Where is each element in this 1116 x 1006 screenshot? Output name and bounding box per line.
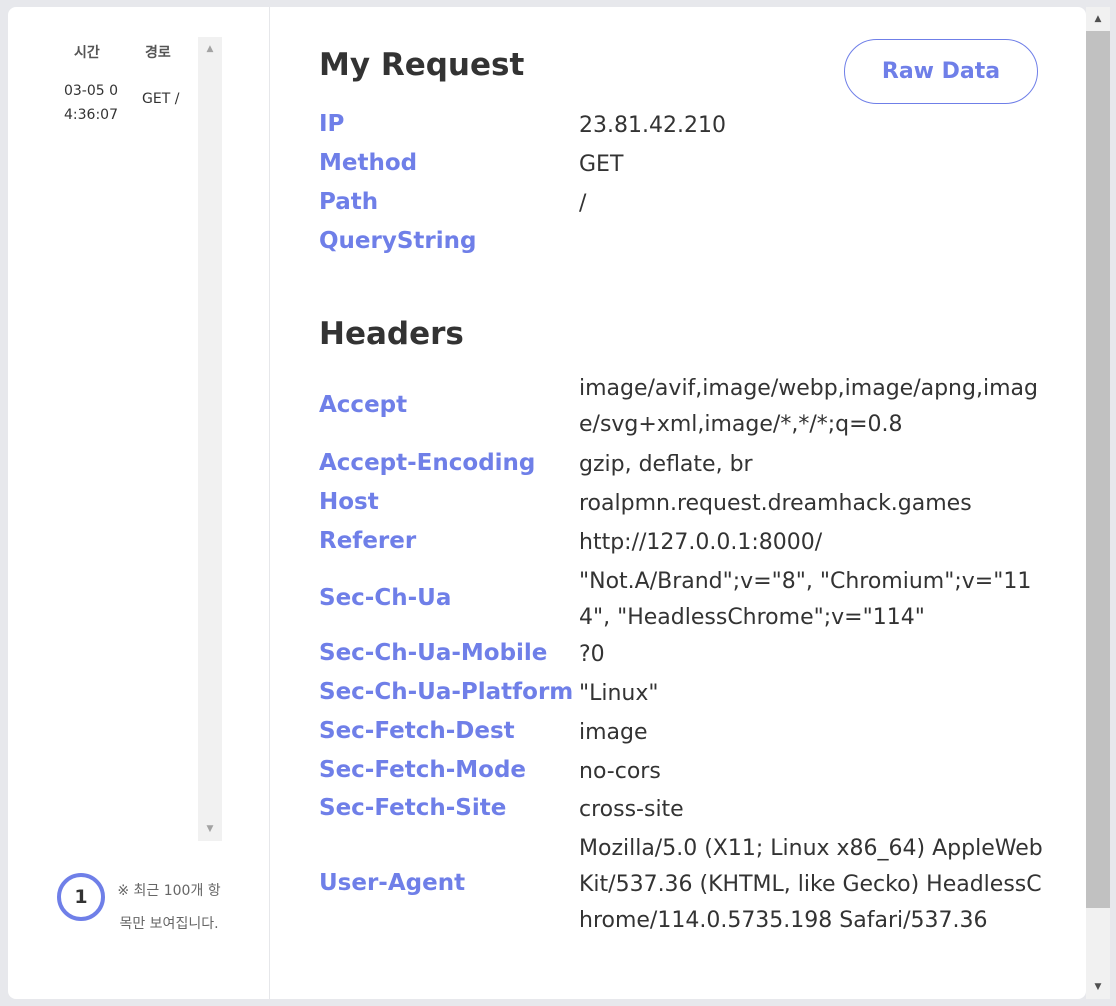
header-row: Referer http://127.0.0.1:8000/	[319, 525, 1044, 561]
triangle-down-icon[interactable]: ▼	[198, 819, 222, 839]
request-field-row: Path /	[319, 186, 1044, 222]
request-count: 1	[74, 886, 88, 908]
request-field-value: /	[579, 191, 587, 216]
header-key: Accept	[319, 392, 408, 418]
request-field-key: QueryString	[319, 228, 477, 254]
history-row-time: 03-05 04:36:07	[63, 83, 119, 123]
my-request-title: My Request	[319, 47, 525, 83]
header-row: User-Agent Mozilla/5.0 (X11; Linux x86_6…	[319, 831, 1044, 939]
header-key: Sec-Ch-Ua	[319, 585, 452, 611]
header-key: Sec-Fetch-Dest	[319, 718, 515, 744]
header-key: Sec-Ch-Ua-Platform	[319, 679, 574, 705]
header-value: cross-site	[579, 797, 684, 822]
header-value: roalpmn.request.dreamhack.games	[579, 491, 972, 516]
history-row-path: GET /	[142, 91, 180, 107]
request-history-sidebar: 시간 경로 03-05 04:36:07 GET / ▲ ▼ 1 ※ 최근 10…	[8, 7, 270, 999]
header-row: Sec-Fetch-Dest image	[319, 715, 1044, 751]
header-row: Accept image/avif,image/webp,image/apng,…	[319, 371, 1044, 443]
request-field-row: Method GET	[319, 147, 1044, 183]
request-field-row: IP 23.81.42.210	[319, 108, 1044, 144]
header-key: Host	[319, 489, 379, 515]
header-value: ?0	[579, 642, 605, 667]
history-scrollbar[interactable]: ▲ ▼	[198, 37, 222, 841]
header-value: "Not.A/Brand";v="8", "Chromium";v="114",…	[579, 569, 1032, 630]
history-header: 시간 경로	[48, 37, 198, 67]
request-field-key: IP	[319, 111, 345, 137]
header-row: Sec-Ch-Ua-Platform "Linux"	[319, 676, 1044, 712]
request-history-list[interactable]: 시간 경로 03-05 04:36:07 GET / ▲ ▼	[48, 37, 222, 841]
header-row: Sec-Ch-Ua-Mobile ?0	[319, 637, 1044, 673]
triangle-up-icon[interactable]: ▲	[198, 39, 222, 59]
header-key: Referer	[319, 528, 417, 554]
header-value: image/avif,image/webp,image/apng,image/s…	[579, 376, 1038, 437]
header-value: gzip, deflate, br	[579, 452, 753, 477]
header-value: image	[579, 720, 648, 745]
header-value: "Linux"	[579, 681, 659, 706]
header-row: Sec-Fetch-Mode no-cors	[319, 754, 1044, 790]
main-card: 시간 경로 03-05 04:36:07 GET / ▲ ▼ 1 ※ 최근 10…	[8, 7, 1086, 999]
column-header-time: 시간	[74, 45, 100, 61]
scrollbar-thumb[interactable]	[1086, 31, 1110, 908]
column-header-path: 경로	[145, 45, 171, 61]
headers-title: Headers	[319, 316, 464, 352]
request-count-badge: 1	[57, 873, 105, 921]
header-row: Accept-Encoding gzip, deflate, br	[319, 447, 1044, 483]
triangle-down-icon[interactable]: ▼	[1086, 977, 1110, 997]
header-row: Sec-Ch-Ua "Not.A/Brand";v="8", "Chromium…	[319, 564, 1044, 636]
header-value: Mozilla/5.0 (X11; Linux x86_64) AppleWeb…	[579, 836, 1043, 933]
history-row[interactable]: 03-05 04:36:07 GET /	[48, 79, 198, 127]
header-key: User-Agent	[319, 870, 466, 896]
header-key: Sec-Ch-Ua-Mobile	[319, 640, 548, 666]
header-row: Host roalpmn.request.dreamhack.games	[319, 486, 1044, 522]
history-limit-notice: ※ 최근 100개 항목만 보여집니다.	[117, 883, 221, 932]
request-field-key: Path	[319, 189, 379, 215]
header-key: Sec-Fetch-Mode	[319, 757, 527, 783]
header-key: Accept-Encoding	[319, 450, 536, 476]
request-detail: My Request Raw Data IP 23.81.42.210 Meth…	[271, 7, 1086, 999]
page-scrollbar[interactable]: ▲ ▼	[1086, 7, 1110, 999]
header-value: no-cors	[579, 759, 661, 784]
request-field-row: QueryString	[319, 225, 1044, 261]
request-field-value: GET	[579, 152, 624, 177]
raw-data-button[interactable]: Raw Data	[844, 39, 1038, 104]
request-field-value: 23.81.42.210	[579, 113, 726, 138]
header-key: Sec-Fetch-Site	[319, 795, 507, 821]
request-field-key: Method	[319, 150, 418, 176]
header-value: http://127.0.0.1:8000/	[579, 530, 823, 555]
triangle-up-icon[interactable]: ▲	[1086, 9, 1110, 29]
header-row: Sec-Fetch-Site cross-site	[319, 792, 1044, 828]
